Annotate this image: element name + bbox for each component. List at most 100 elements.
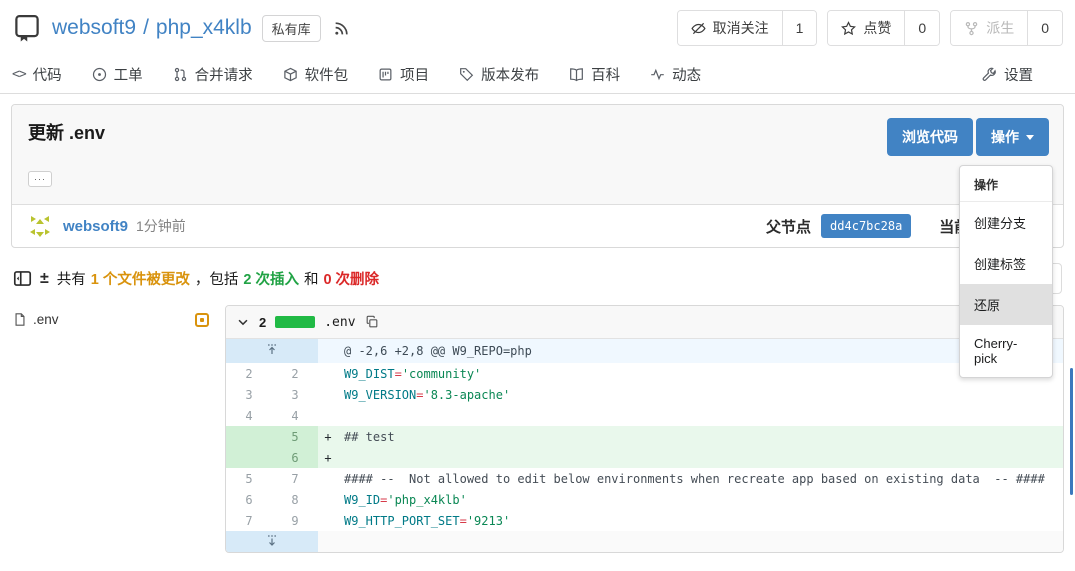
- tab-releases[interactable]: 版本发布: [459, 64, 539, 85]
- browse-source-button[interactable]: 浏览代码: [887, 118, 973, 156]
- fork-button[interactable]: 派生: [951, 11, 1027, 45]
- diff-row-context: 68 W9_ID='php_x4klb': [226, 489, 1063, 510]
- package-icon: [283, 67, 298, 82]
- wrench-icon: [982, 67, 997, 82]
- watchers-count[interactable]: 1: [782, 11, 817, 45]
- tab-settings[interactable]: 设置: [982, 64, 1033, 85]
- toggle-file-tree-button[interactable]: [13, 269, 32, 288]
- diff-sign-cell: [318, 384, 338, 405]
- operations-dropdown: 操作 创建分支 创建标签 还原 Cherry-pick: [959, 165, 1053, 378]
- menu-item-create-branch[interactable]: 创建分支: [960, 202, 1052, 243]
- new-line-number: 4: [272, 405, 318, 426]
- rss-icon[interactable]: [333, 20, 350, 37]
- parent-hash-button[interactable]: dd4c7bc28a: [821, 214, 911, 238]
- diff-row-context: 79W9_HTTP_PORT_SET='9213': [226, 510, 1063, 531]
- tab-wiki[interactable]: 百科: [569, 64, 620, 85]
- commit-header: 更新 .env ··· 浏览代码 操作 操作 创建分支 创建标签 还原 Cher…: [12, 105, 1063, 204]
- new-line-number: 2: [272, 363, 318, 384]
- modified-status-icon: [195, 313, 209, 327]
- tab-projects[interactable]: 项目: [378, 64, 429, 85]
- diff-row-context: 22W9_DIST='community': [226, 363, 1063, 384]
- menu-item-cherry-pick[interactable]: Cherry-pick: [960, 325, 1052, 377]
- tab-issues[interactable]: 工单: [92, 64, 143, 85]
- expand-up-icon[interactable]: [226, 339, 318, 363]
- repo-name-link[interactable]: php_x4klb: [156, 16, 252, 40]
- diff-sign-cell: [318, 468, 338, 489]
- old-line-number: 7: [226, 510, 272, 531]
- star-button[interactable]: 点赞: [828, 11, 904, 45]
- chevron-down-icon[interactable]: [236, 315, 250, 329]
- avatar[interactable]: [26, 212, 54, 240]
- diff-row-context: 57 #### -- Not allowed to edit below envi…: [226, 468, 1063, 489]
- tab-code[interactable]: <> 代码: [12, 64, 62, 85]
- menu-item-revert[interactable]: 还原: [960, 284, 1052, 325]
- file-icon: [13, 312, 27, 327]
- operations-button[interactable]: 操作: [976, 118, 1049, 156]
- diff-panel: 2 .env Unescape @ -2,6 +2,8 @@ W9_REPO=p…: [225, 305, 1064, 553]
- deletions-count: 0 次删除: [323, 268, 379, 289]
- new-line-number: 6: [272, 447, 318, 468]
- star-button-group: 点赞 0: [827, 10, 940, 46]
- insertions-count: 2 次插入: [243, 268, 299, 289]
- book-icon: [569, 67, 584, 82]
- repo-owner-link[interactable]: websoft9: [52, 16, 136, 40]
- diff-stats-row: ± 共有 1 个文件被更改 ，包括 2 次插入 和 0 次删除: [13, 263, 1062, 294]
- unwatch-button[interactable]: 取消关注: [678, 11, 782, 45]
- copy-icon[interactable]: [365, 315, 379, 329]
- diff-row-context: 44: [226, 405, 1063, 426]
- watch-button-group: 取消关注 1: [677, 10, 818, 46]
- diff-sign-cell: [318, 363, 338, 384]
- diff-sign-cell: +: [318, 426, 338, 447]
- expand-commit-message-button[interactable]: ···: [28, 171, 52, 187]
- eye-slash-icon: [691, 21, 706, 36]
- diff-row-context: 33W9_VERSION='8.3-apache': [226, 384, 1063, 405]
- diff-stats-text: 共有 1 个文件被更改 ，包括 2 次插入 和 0 次删除: [57, 268, 379, 289]
- diff-sign-cell: [318, 510, 338, 531]
- old-line-number: 5: [226, 468, 272, 489]
- fork-button-group: 派生 0: [950, 10, 1063, 46]
- old-line-number: 2: [226, 363, 272, 384]
- page-scrollbar-thumb[interactable]: [1070, 368, 1073, 495]
- breadcrumb: websoft9 / php_x4klb: [52, 16, 252, 40]
- new-line-number: 5: [272, 426, 318, 447]
- old-line-number: [226, 447, 272, 468]
- author-link[interactable]: websoft9: [63, 218, 128, 235]
- parent-label: 父节点: [766, 216, 811, 237]
- repo-nav: <> 代码 工单 合并请求 软件包 项目 版本发布 百科: [0, 50, 1075, 94]
- old-line-number: 4: [226, 405, 272, 426]
- diff-code-cell: #### -- Not allowed to edit below enviro…: [338, 468, 1063, 489]
- tab-activity[interactable]: 动态: [650, 64, 701, 85]
- repo-header: websoft9 / php_x4klb 私有库 取消关注 1: [0, 0, 1075, 50]
- diff-row-added: 5+## test: [226, 426, 1063, 447]
- new-line-number: 8: [272, 489, 318, 510]
- old-line-number: 6: [226, 489, 272, 510]
- pulse-icon: [650, 67, 665, 82]
- diff-code-cell: W9_ID='php_x4klb': [338, 489, 1063, 510]
- diff-code-cell: ## test: [338, 426, 1063, 447]
- expand-down-icon[interactable]: [226, 531, 318, 552]
- commit-time: 1分钟前: [136, 216, 186, 236]
- menu-item-create-tag[interactable]: 创建标签: [960, 243, 1052, 284]
- diff-row-added: 6+: [226, 447, 1063, 468]
- dropdown-header: 操作: [960, 166, 1052, 201]
- diff-filler-cell: [318, 531, 1063, 552]
- file-tree-item-env[interactable]: .env: [11, 309, 211, 330]
- fork-icon: [964, 21, 979, 36]
- new-line-number: 7: [272, 468, 318, 489]
- hunk-header-text: @ -2,6 +2,8 @@ W9_REPO=php: [338, 339, 1063, 363]
- plus-minus-icon: ±: [40, 270, 49, 288]
- caret-down-icon: [1026, 135, 1034, 140]
- path-separator: /: [143, 16, 149, 40]
- tab-pull-requests[interactable]: 合并请求: [173, 64, 253, 85]
- diff-row-hunk: @ -2,6 +2,8 @@ W9_REPO=php: [226, 339, 1063, 363]
- sidebar-toggle-icon: [13, 269, 32, 288]
- forks-count[interactable]: 0: [1027, 11, 1062, 45]
- tab-packages[interactable]: 软件包: [283, 64, 349, 85]
- pull-request-icon: [173, 67, 188, 82]
- diff-code-cell: [338, 405, 1063, 426]
- files-changed-count: 1 个文件被更改: [91, 268, 190, 289]
- hunk-sign-cell: [318, 339, 338, 363]
- old-line-number: 3: [226, 384, 272, 405]
- file-name: .env: [33, 312, 59, 327]
- stars-count[interactable]: 0: [904, 11, 939, 45]
